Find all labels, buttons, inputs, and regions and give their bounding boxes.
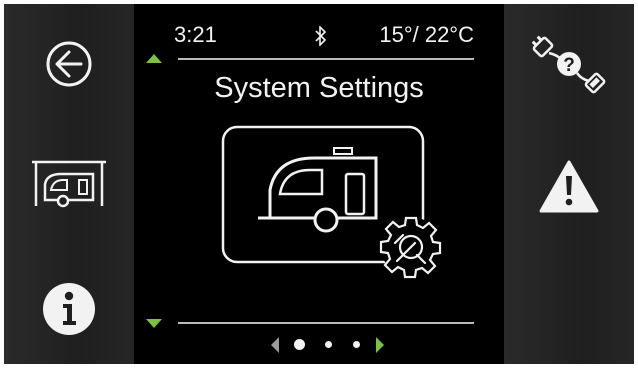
- svg-text:?: ?: [563, 55, 575, 76]
- bluetooth-icon: [315, 26, 327, 46]
- display-screen: 3:21 15°/ 22°C System Settings ?: [4, 4, 634, 364]
- connection-help-icon: ?: [531, 35, 606, 94]
- page-dot: [353, 341, 360, 348]
- temperature-readout: 15°/ 22°C: [379, 22, 474, 47]
- warning-button[interactable]: [504, 132, 634, 242]
- page-title: System Settings: [214, 72, 424, 104]
- main-content: 3:21 15°/ 22°C System Settings: [134, 4, 504, 364]
- clock-time: 3:21: [174, 22, 217, 47]
- status-bar: 3:21 15°/ 22°C: [174, 20, 474, 50]
- next-page-arrow[interactable]: [376, 337, 384, 353]
- left-button-panel: [4, 4, 134, 364]
- caravan-garage-icon: [32, 160, 106, 208]
- connection-help-button[interactable]: ?: [504, 9, 634, 119]
- back-arrow-icon: [46, 41, 92, 87]
- caravan-garage-button[interactable]: [4, 129, 134, 239]
- previous-page-arrow[interactable]: [271, 337, 279, 353]
- scroll-up-arrow[interactable]: [146, 54, 162, 63]
- back-button[interactable]: [4, 9, 134, 119]
- info-button[interactable]: [4, 254, 134, 364]
- page-dot-active: [294, 339, 305, 350]
- top-divider: [178, 58, 474, 60]
- warning-icon: [539, 160, 599, 213]
- caravan-settings-icon[interactable]: [218, 122, 458, 287]
- right-button-panel: ?: [504, 4, 634, 364]
- page-dot: [325, 341, 332, 348]
- info-icon: [43, 283, 95, 335]
- scroll-down-arrow[interactable]: [146, 319, 162, 328]
- bottom-divider: [178, 322, 474, 324]
- page-indicator: [134, 334, 504, 356]
